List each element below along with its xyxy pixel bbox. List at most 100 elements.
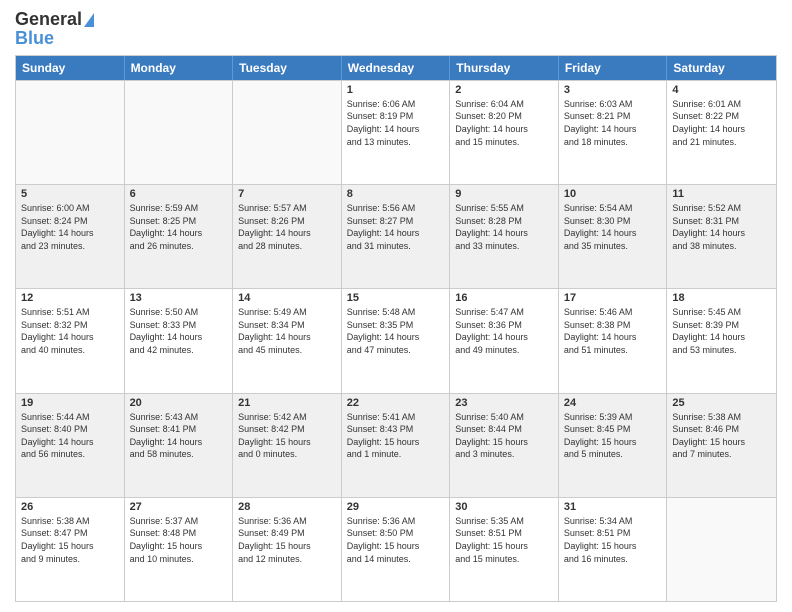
header-wednesday: Wednesday (342, 56, 451, 80)
calendar-cell-r1-c4: 1Sunrise: 6:06 AMSunset: 8:19 PMDaylight… (342, 81, 451, 184)
cell-text: and 53 minutes. (672, 344, 771, 357)
cell-text: Daylight: 15 hours (455, 436, 553, 449)
cell-text: and 51 minutes. (564, 344, 662, 357)
calendar-cell-r3-c1: 12Sunrise: 5:51 AMSunset: 8:32 PMDayligh… (16, 289, 125, 392)
cell-text: and 33 minutes. (455, 240, 553, 253)
cell-text: Sunrise: 5:39 AM (564, 411, 662, 424)
cell-text: Sunrise: 5:47 AM (455, 306, 553, 319)
logo-triangle-icon (84, 13, 94, 27)
day-number: 28 (238, 501, 336, 513)
cell-text: Sunrise: 5:46 AM (564, 306, 662, 319)
cell-text: Sunrise: 5:52 AM (672, 202, 771, 215)
cell-text: and 23 minutes. (21, 240, 119, 253)
day-number: 10 (564, 188, 662, 200)
cell-text: and 40 minutes. (21, 344, 119, 357)
cell-text: and 16 minutes. (564, 553, 662, 566)
cell-text: and 47 minutes. (347, 344, 445, 357)
calendar-cell-r2-c6: 10Sunrise: 5:54 AMSunset: 8:30 PMDayligh… (559, 185, 668, 288)
cell-text: Daylight: 14 hours (564, 227, 662, 240)
day-number: 26 (21, 501, 119, 513)
cell-text: Sunrise: 5:41 AM (347, 411, 445, 424)
day-number: 9 (455, 188, 553, 200)
cell-text: Sunrise: 5:35 AM (455, 515, 553, 528)
cell-text: Sunrise: 5:57 AM (238, 202, 336, 215)
calendar-cell-r1-c1 (16, 81, 125, 184)
cell-text: and 3 minutes. (455, 448, 553, 461)
calendar-cell-r4-c7: 25Sunrise: 5:38 AMSunset: 8:46 PMDayligh… (667, 394, 776, 497)
cell-text: Daylight: 15 hours (130, 540, 228, 553)
cell-text: Sunset: 8:48 PM (130, 527, 228, 540)
cell-text: Sunset: 8:45 PM (564, 423, 662, 436)
day-number: 31 (564, 501, 662, 513)
cell-text: Daylight: 14 hours (672, 123, 771, 136)
calendar-cell-r4-c1: 19Sunrise: 5:44 AMSunset: 8:40 PMDayligh… (16, 394, 125, 497)
calendar-cell-r4-c5: 23 Sunrise: 5:40 AMSunset: 8:44 PMDayligh… (450, 394, 559, 497)
cell-text: Sunset: 8:26 PM (238, 215, 336, 228)
day-number: 24 (564, 397, 662, 409)
calendar-cell-r4-c6: 24 Sunrise: 5:39 AMSunset: 8:45 PMDayligh… (559, 394, 668, 497)
calendar-cell-r1-c2 (125, 81, 234, 184)
calendar-cell-r1-c6: 3Sunrise: 6:03 AMSunset: 8:21 PMDaylight… (559, 81, 668, 184)
cell-text: Sunset: 8:31 PM (672, 215, 771, 228)
cell-text: Daylight: 14 hours (130, 331, 228, 344)
day-number: 23 (455, 397, 553, 409)
cell-text: Daylight: 15 hours (21, 540, 119, 553)
cell-text: and 7 minutes. (672, 448, 771, 461)
cell-text: Daylight: 14 hours (672, 331, 771, 344)
day-number: 29 (347, 501, 445, 513)
header-tuesday: Tuesday (233, 56, 342, 80)
calendar-cell-r3-c2: 13Sunrise: 5:50 AMSunset: 8:33 PMDayligh… (125, 289, 234, 392)
cell-text: Sunset: 8:33 PM (130, 319, 228, 332)
cell-text: Sunset: 8:32 PM (21, 319, 119, 332)
cell-text: Daylight: 15 hours (238, 540, 336, 553)
cell-text: Sunrise: 5:48 AM (347, 306, 445, 319)
cell-text: and 13 minutes. (347, 136, 445, 149)
cell-text: Sunset: 8:30 PM (564, 215, 662, 228)
calendar-cell-r3-c7: 18Sunrise: 5:45 AMSunset: 8:39 PMDayligh… (667, 289, 776, 392)
cell-text: Sunrise: 5:38 AM (672, 411, 771, 424)
cell-text: Daylight: 14 hours (238, 227, 336, 240)
cell-text: Daylight: 14 hours (672, 227, 771, 240)
cell-text: Sunset: 8:21 PM (564, 110, 662, 123)
cell-text: and 58 minutes. (130, 448, 228, 461)
cell-text: Sunrise: 6:04 AM (455, 98, 553, 111)
calendar-row-4: 19Sunrise: 5:44 AMSunset: 8:40 PMDayligh… (16, 393, 776, 497)
cell-text: Sunset: 8:51 PM (564, 527, 662, 540)
day-number: 15 (347, 292, 445, 304)
calendar-row-5: 26Sunrise: 5:38 AMSunset: 8:47 PMDayligh… (16, 497, 776, 601)
cell-text: and 0 minutes. (238, 448, 336, 461)
cell-text: Sunrise: 6:00 AM (21, 202, 119, 215)
cell-text: Sunset: 8:44 PM (455, 423, 553, 436)
calendar-cell-r5-c2: 27Sunrise: 5:37 AMSunset: 8:48 PMDayligh… (125, 498, 234, 601)
day-number: 1 (347, 84, 445, 96)
cell-text: Sunrise: 5:45 AM (672, 306, 771, 319)
cell-text: Daylight: 14 hours (130, 436, 228, 449)
cell-text: and 10 minutes. (130, 553, 228, 566)
cell-text: and 18 minutes. (564, 136, 662, 149)
cell-text: and 15 minutes. (455, 553, 553, 566)
cell-text: Sunrise: 6:03 AM (564, 98, 662, 111)
cell-text: Sunrise: 5:38 AM (21, 515, 119, 528)
cell-text: and 45 minutes. (238, 344, 336, 357)
day-number: 30 (455, 501, 553, 513)
cell-text: Daylight: 15 hours (347, 540, 445, 553)
cell-text: Sunrise: 6:01 AM (672, 98, 771, 111)
cell-text: and 5 minutes. (564, 448, 662, 461)
calendar-header: Sunday Monday Tuesday Wednesday Thursday… (16, 56, 776, 80)
cell-text: Daylight: 14 hours (564, 123, 662, 136)
calendar-cell-r5-c5: 30Sunrise: 5:35 AMSunset: 8:51 PMDayligh… (450, 498, 559, 601)
day-number: 27 (130, 501, 228, 513)
day-number: 18 (672, 292, 771, 304)
cell-text: Sunset: 8:25 PM (130, 215, 228, 228)
calendar-cell-r2-c3: 7Sunrise: 5:57 AMSunset: 8:26 PMDaylight… (233, 185, 342, 288)
cell-text: Sunrise: 5:56 AM (347, 202, 445, 215)
cell-text: Daylight: 15 hours (564, 540, 662, 553)
calendar-cell-r2-c1: 5Sunrise: 6:00 AMSunset: 8:24 PMDaylight… (16, 185, 125, 288)
cell-text: Sunset: 8:43 PM (347, 423, 445, 436)
cell-text: Sunset: 8:35 PM (347, 319, 445, 332)
calendar-cell-r2-c7: 11Sunrise: 5:52 AMSunset: 8:31 PMDayligh… (667, 185, 776, 288)
calendar-cell-r4-c2: 20Sunrise: 5:43 AMSunset: 8:41 PMDayligh… (125, 394, 234, 497)
cell-text: Sunrise: 5:40 AM (455, 411, 553, 424)
cell-text: and 49 minutes. (455, 344, 553, 357)
cell-text: Daylight: 15 hours (564, 436, 662, 449)
